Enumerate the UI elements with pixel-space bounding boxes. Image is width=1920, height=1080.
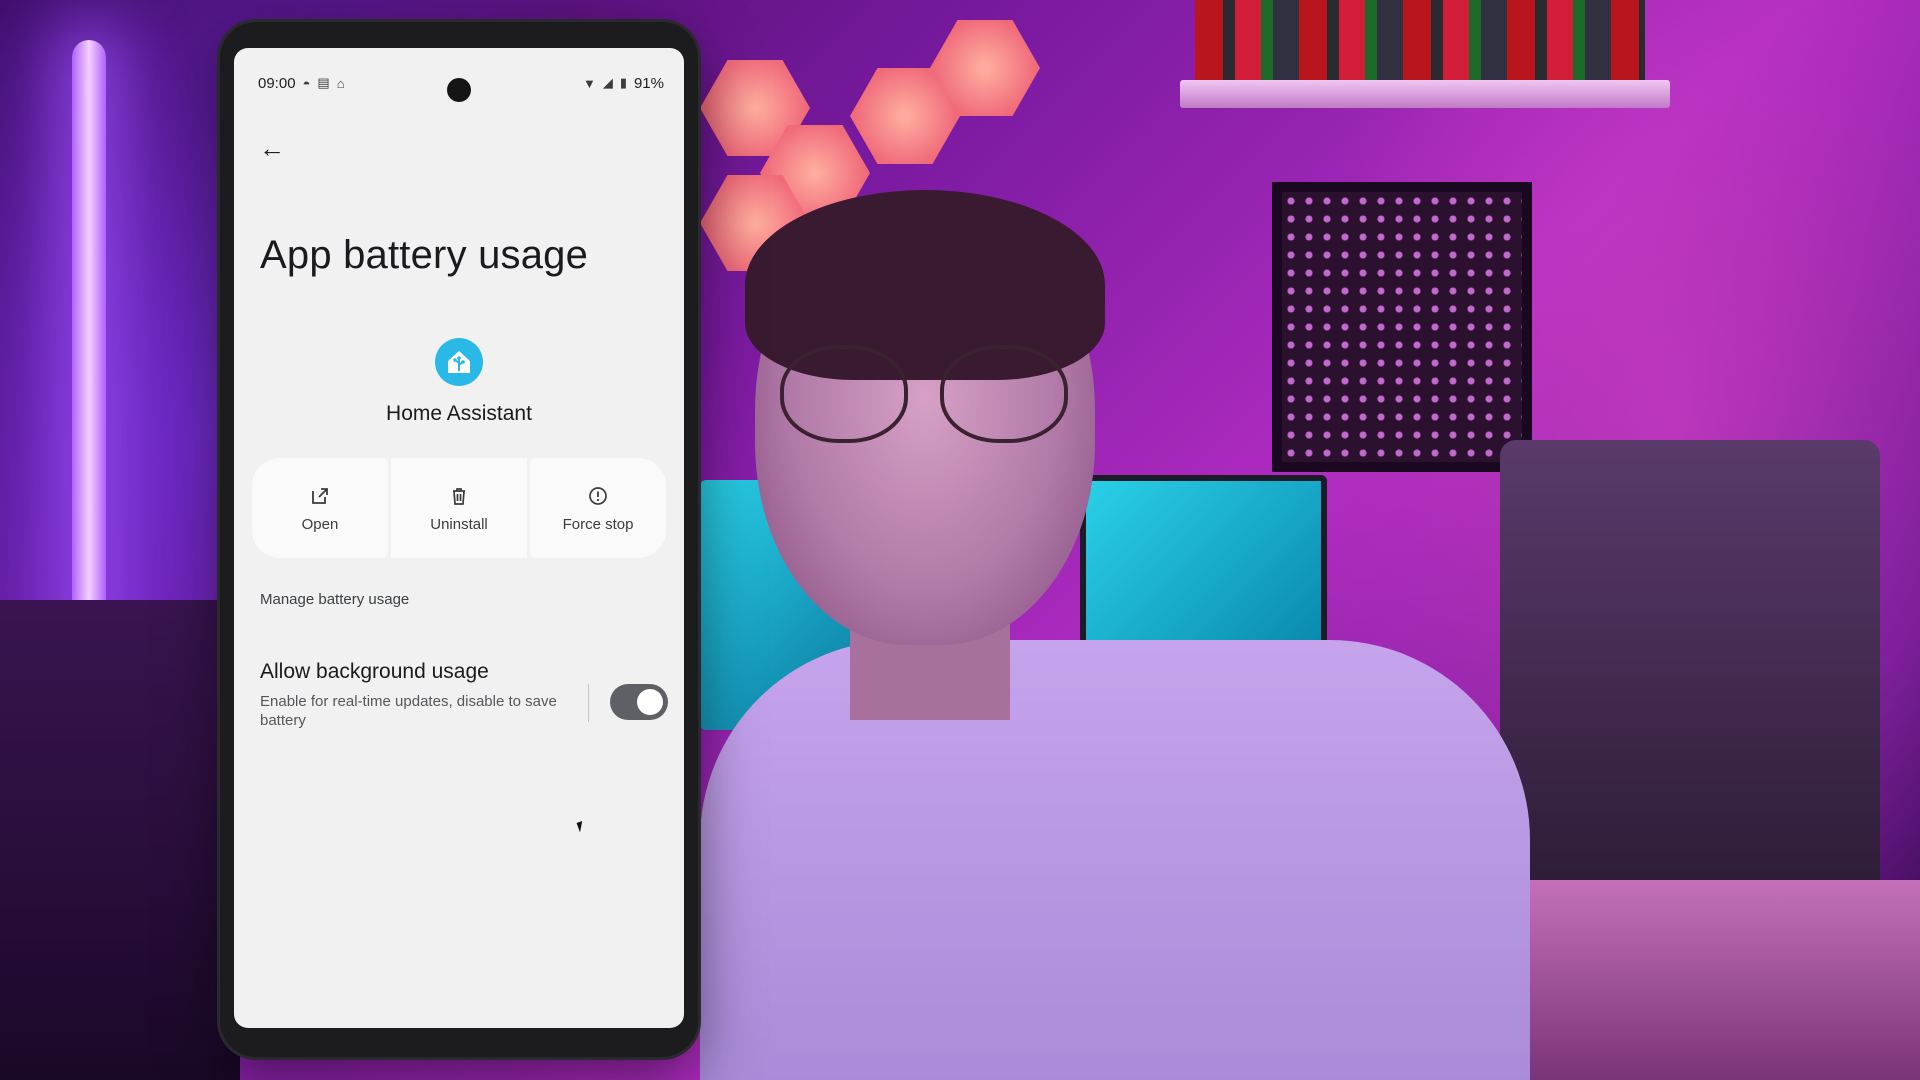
- alarm-icon: ◓: [302, 75, 311, 91]
- uninstall-button[interactable]: Uninstall: [391, 458, 527, 558]
- divider: [588, 684, 589, 722]
- light-bar: [72, 40, 106, 690]
- app-name: Home Assistant: [386, 402, 532, 425]
- home-assistant-icon: ⌂: [336, 75, 345, 91]
- wall-shelf: [1180, 80, 1670, 108]
- uninstall-label: Uninstall: [430, 515, 488, 533]
- monitor-right: [1080, 475, 1327, 647]
- 3d-printer: [1500, 440, 1880, 920]
- person-glasses: [780, 345, 1070, 443]
- background-usage-toggle[interactable]: [610, 684, 668, 720]
- signal-icon: ◢: [602, 75, 613, 90]
- battery-percent: 91%: [633, 74, 664, 92]
- alert-circle-icon: [586, 484, 610, 508]
- preference-title: Allow background usage: [260, 660, 489, 683]
- force-stop-label: Force stop: [562, 515, 634, 533]
- news-icon: ▤: [317, 75, 330, 90]
- left-desk: [0, 600, 240, 1080]
- phone-screen: 09:00 ◓ ▤ ⌂ ▼ ◢ ▮ 91% ← App battery usag…: [234, 48, 684, 1028]
- mouse-cursor-icon: [576, 819, 590, 833]
- back-button[interactable]: ←: [252, 128, 292, 168]
- right-table: [1480, 880, 1920, 1080]
- background-usage-preference[interactable]: Allow background usage Enable for real-t…: [260, 660, 668, 740]
- filament-spools: [1195, 0, 1645, 82]
- wifi-icon: ▼: [582, 75, 596, 91]
- preference-subtitle: Enable for real-time updates, disable to…: [260, 693, 557, 729]
- open-button[interactable]: Open: [252, 458, 388, 558]
- status-time: 09:00: [258, 74, 296, 92]
- section-header: Manage battery usage: [260, 591, 410, 608]
- app-actions: Open Uninstall Force stop: [252, 458, 666, 558]
- phone-frame: 09:00 ◓ ▤ ⌂ ▼ ◢ ▮ 91% ← App battery usag…: [220, 22, 698, 1057]
- open-label: Open: [301, 515, 339, 533]
- battery-icon: ▮: [619, 75, 627, 90]
- page-title: App battery usage: [260, 233, 589, 277]
- force-stop-button[interactable]: Force stop: [530, 458, 666, 558]
- wall-frame: [1272, 182, 1532, 472]
- person-shirt: [700, 640, 1530, 1080]
- arrow-left-icon: ←: [259, 132, 285, 163]
- home-assistant-logo-icon: [435, 338, 483, 386]
- status-bar: 09:00 ◓ ▤ ⌂ ▼ ◢ ▮ 91%: [258, 72, 664, 94]
- trash-icon: [447, 484, 471, 508]
- open-external-icon: [308, 484, 332, 508]
- toggle-knob: [637, 689, 663, 715]
